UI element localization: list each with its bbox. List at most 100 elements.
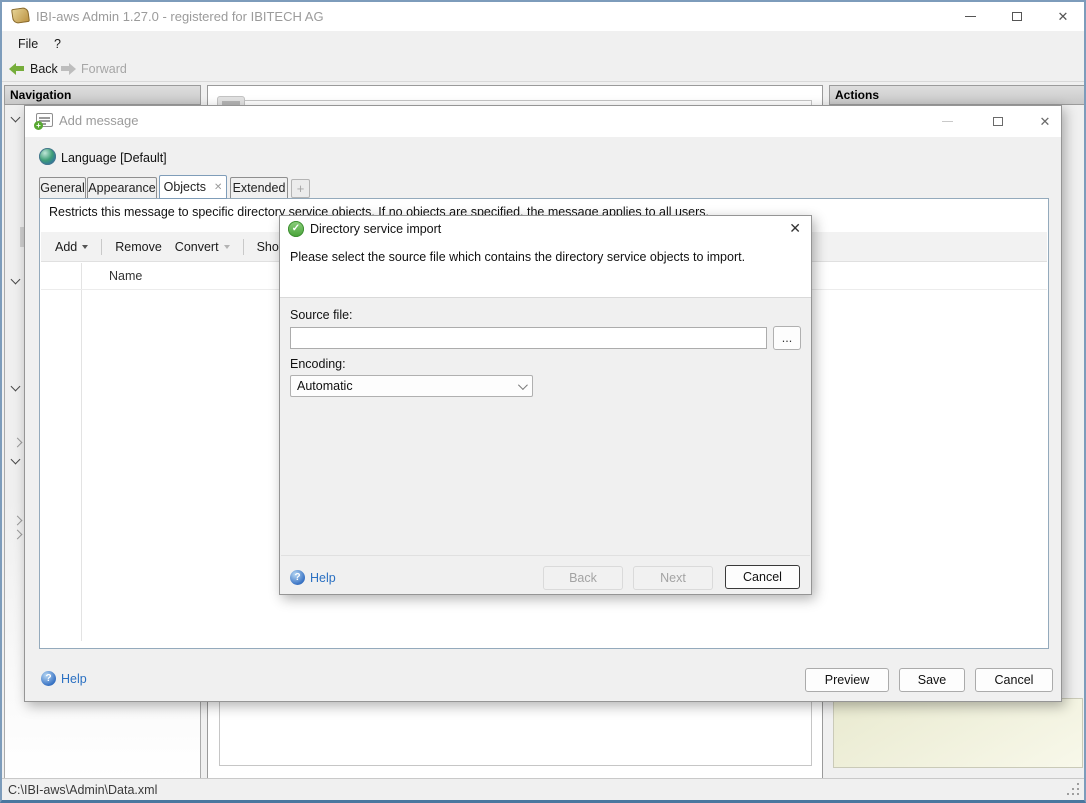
app-icon <box>11 7 30 24</box>
help-icon: ? <box>41 671 56 686</box>
convert-dropdown-button[interactable]: Convert <box>175 240 230 254</box>
back-arrow-icon <box>9 63 25 75</box>
close-icon: ✕ <box>1058 10 1069 23</box>
tab-general[interactable]: General <box>39 177 86 199</box>
actions-panel-title: Actions <box>835 88 879 102</box>
forward-arrow-icon <box>60 63 76 75</box>
preview-label: Preview <box>825 673 869 687</box>
chevron-right-icon[interactable] <box>13 530 23 540</box>
close-icon: ✕ <box>1040 115 1051 128</box>
resize-grip[interactable] <box>1067 783 1079 795</box>
actions-note-box <box>833 698 1083 768</box>
tab-appearance-label: Appearance <box>88 181 155 195</box>
add-label: Add <box>55 240 77 254</box>
menu-file[interactable]: File <box>12 35 44 53</box>
convert-label: Convert <box>175 240 219 254</box>
back-button[interactable]: Back <box>6 59 61 78</box>
remove-label: Remove <box>115 240 162 254</box>
check-icon: ✓ <box>288 221 304 237</box>
minimize-button[interactable] <box>953 2 987 31</box>
add-message-icon: + <box>36 113 53 127</box>
back-label: Back <box>569 571 597 585</box>
dialog-minimize-button <box>930 106 964 137</box>
source-file-input[interactable] <box>290 327 767 349</box>
tab-objects-label: Objects <box>164 180 206 194</box>
chevron-right-icon[interactable] <box>13 516 23 526</box>
chevron-down-icon[interactable] <box>11 382 21 392</box>
minimize-icon <box>965 16 976 17</box>
chevron-down-icon[interactable] <box>11 455 21 465</box>
import-cancel-label: Cancel <box>743 570 782 584</box>
close-button[interactable]: ✕ <box>1046 2 1080 31</box>
plus-icon: + <box>297 181 305 196</box>
window-title: IBI-aws Admin 1.27.0 - registered for IB… <box>36 9 324 24</box>
toolstrip-separator <box>101 239 102 255</box>
import-help-link[interactable]: ? Help <box>290 570 336 585</box>
dropdown-arrow-icon <box>224 245 230 249</box>
menu-help[interactable]: ? <box>48 35 67 53</box>
dialog-maximize-button[interactable] <box>981 106 1015 137</box>
tab-close-icon[interactable]: ✕ <box>214 182 222 193</box>
menu-bar: File ? <box>2 31 1084 55</box>
chevron-right-icon[interactable] <box>13 438 23 448</box>
cancel-button[interactable]: Cancel <box>975 668 1053 692</box>
import-help-label: Help <box>310 571 336 585</box>
cancel-label: Cancel <box>995 673 1034 687</box>
help-link[interactable]: ? Help <box>41 671 87 686</box>
browse-button[interactable]: ... <box>773 326 801 350</box>
next-button-wizard: Next <box>633 566 713 590</box>
next-label: Next <box>660 571 686 585</box>
footer-separator <box>281 555 810 556</box>
tab-objects[interactable]: Objects ✕ <box>159 175 227 199</box>
navigation-panel-title: Navigation <box>10 88 71 102</box>
maximize-icon <box>993 117 1003 126</box>
dropdown-arrow-icon <box>82 245 88 249</box>
add-dropdown-button[interactable]: Add <box>55 240 88 254</box>
preview-button[interactable]: Preview <box>805 668 889 692</box>
tool-bar: Back Forward <box>2 55 1084 82</box>
import-cancel-button[interactable]: Cancel <box>725 565 800 589</box>
table-column-separator <box>81 263 82 641</box>
tab-general-label: General <box>40 181 84 195</box>
back-button-wizard: Back <box>543 566 623 590</box>
help-icon: ? <box>290 570 305 585</box>
language-label: Language [Default] <box>61 151 167 165</box>
question-glyph: ? <box>45 673 51 684</box>
help-label: Help <box>61 672 87 686</box>
plus-badge-icon: + <box>34 121 43 130</box>
add-tab-button[interactable]: + <box>291 179 310 198</box>
tab-appearance[interactable]: Appearance <box>87 177 157 199</box>
import-close-button[interactable]: ✕ <box>789 220 801 237</box>
add-message-titlebar: + Add message ✕ <box>25 106 1061 137</box>
tab-extended[interactable]: Extended <box>230 177 288 199</box>
language-globe-icon <box>39 148 56 165</box>
import-dialog-header: ✓ Directory service import ✕ Please sele… <box>280 216 811 298</box>
main-window: IBI-aws Admin 1.27.0 - registered for IB… <box>0 0 1086 803</box>
status-path: C:\IBI-aws\Admin\Data.xml <box>8 783 157 797</box>
toolstrip-separator <box>243 239 244 255</box>
save-label: Save <box>918 673 947 687</box>
forward-button[interactable]: Forward <box>57 59 130 78</box>
encoding-value: Automatic <box>297 379 353 393</box>
save-button[interactable]: Save <box>899 668 965 692</box>
actions-panel-header: Actions <box>829 85 1086 105</box>
chevron-down-icon[interactable] <box>11 275 21 285</box>
forward-label: Forward <box>81 62 127 76</box>
back-label: Back <box>30 62 58 76</box>
check-glyph: ✓ <box>292 223 300 234</box>
remove-button[interactable]: Remove <box>115 240 162 254</box>
chevron-down-icon[interactable] <box>11 113 21 123</box>
maximize-icon <box>1012 12 1022 21</box>
tab-extended-label: Extended <box>233 181 286 195</box>
close-icon: ✕ <box>789 220 801 236</box>
add-message-title: Add message <box>59 113 139 128</box>
navigation-panel-header: Navigation <box>4 85 201 105</box>
import-dialog-title: Directory service import <box>310 222 441 236</box>
dialog-close-button[interactable]: ✕ <box>1028 106 1062 137</box>
maximize-button[interactable] <box>1000 2 1034 31</box>
chevron-down-icon <box>518 380 528 390</box>
import-description: Please select the source file which cont… <box>290 250 745 264</box>
source-file-label: Source file: <box>290 308 353 322</box>
encoding-select[interactable]: Automatic <box>290 375 533 397</box>
encoding-label: Encoding: <box>290 357 346 371</box>
